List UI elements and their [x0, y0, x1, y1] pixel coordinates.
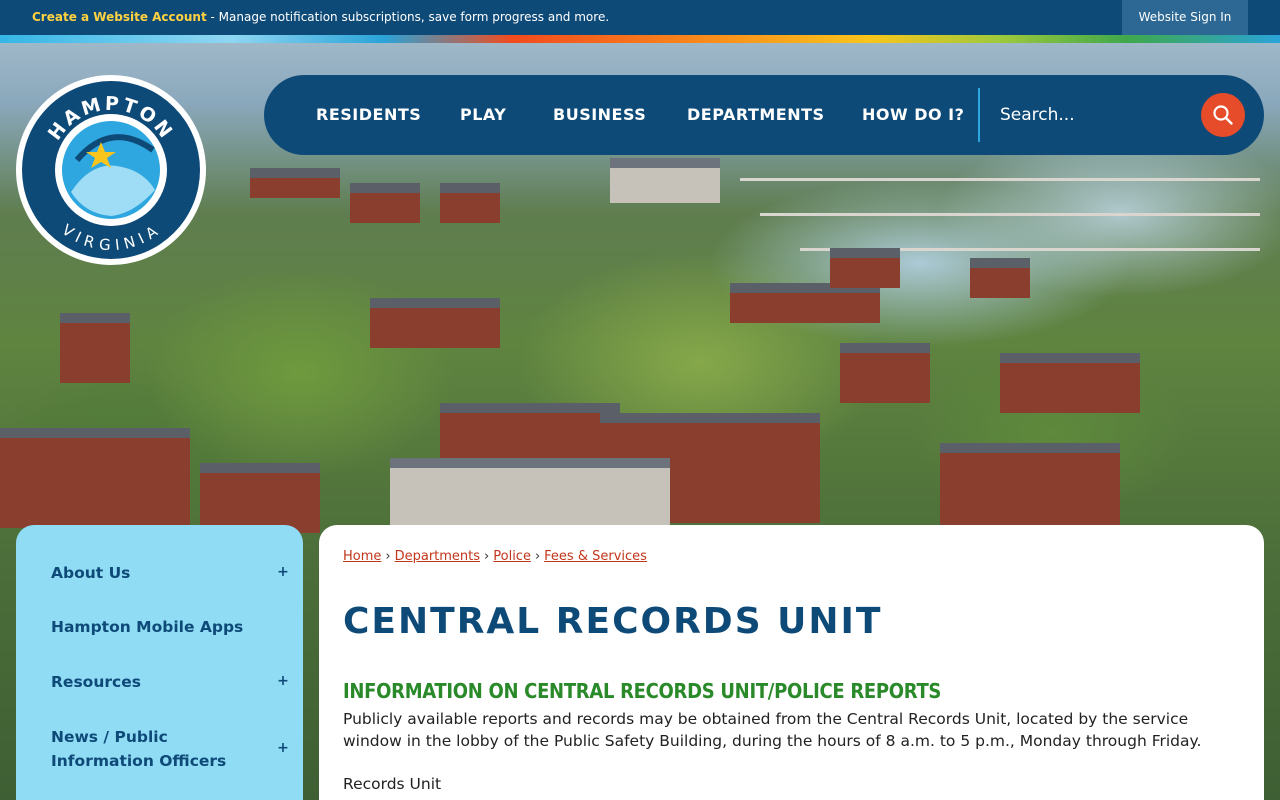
news-expand-toggle[interactable]: +	[272, 737, 294, 759]
color-stripe	[0, 35, 1280, 43]
breadcrumb-departments[interactable]: Departments	[395, 549, 480, 564]
sidebar-item-about-us[interactable]: About Us	[51, 561, 251, 585]
breadcrumb-home[interactable]: Home	[343, 549, 381, 564]
sidebar-nav: About Us + Hampton Mobile Apps Resources…	[16, 525, 303, 800]
account-message: Create a Website Account - Manage notifi…	[32, 10, 609, 24]
hampton-seal-icon: HAMPTON VIRGINIA	[22, 81, 200, 259]
intro-paragraph: Publicly available reports and records m…	[343, 710, 1202, 750]
create-account-link[interactable]: Create a Website Account	[32, 10, 207, 24]
search-input[interactable]	[986, 95, 1196, 135]
section-heading: INFORMATION ON CENTRAL RECORDS UNIT/POLI…	[343, 679, 942, 703]
sidebar-item-news-public-information[interactable]: News / Public Information Officers	[51, 725, 231, 773]
nav-business[interactable]: BUSINESS	[553, 75, 646, 155]
sidebar-item-resources[interactable]: Resources	[51, 670, 251, 694]
nav-play[interactable]: PLAY	[460, 75, 506, 155]
website-sign-in-button[interactable]: Website Sign In	[1122, 0, 1248, 35]
about-us-expand-toggle[interactable]: +	[272, 561, 294, 583]
hampton-logo[interactable]: HAMPTON VIRGINIA	[16, 75, 206, 265]
main-navigation: RESIDENTS PLAY BUSINESS DEPARTMENTS HOW …	[264, 75, 1264, 155]
breadcrumb-fees-services[interactable]: Fees & Services	[544, 549, 647, 564]
search-button[interactable]	[1201, 93, 1245, 137]
nav-divider	[978, 88, 980, 142]
breadcrumb-separator: ›	[385, 549, 391, 564]
breadcrumb: Home › Departments › Police › Fees & Services	[343, 549, 647, 564]
main-content: Home › Departments › Police › Fees & Services …	[319, 525, 1264, 800]
nav-departments[interactable]: DEPARTMENTS	[687, 75, 825, 155]
resources-expand-toggle[interactable]: +	[272, 670, 294, 692]
breadcrumb-separator: ›	[534, 549, 541, 564]
records-unit-label: Records Unit	[343, 775, 442, 793]
page-title: CENTRAL RECORDS UNIT	[343, 601, 883, 642]
top-utility-bar: Create a Website Account - Manage notifi…	[0, 0, 1280, 35]
sidebar-item-hampton-mobile-apps[interactable]: Hampton Mobile Apps	[51, 615, 251, 639]
breadcrumb-separator: ›	[484, 549, 490, 564]
search-icon	[1213, 105, 1233, 125]
nav-residents[interactable]: RESIDENTS	[316, 75, 421, 155]
breadcrumb-police[interactable]: Police	[493, 549, 531, 564]
nav-how-do-i[interactable]: HOW DO I?	[862, 75, 964, 155]
account-message-text: - Manage notification subscriptions, sav…	[206, 10, 610, 24]
